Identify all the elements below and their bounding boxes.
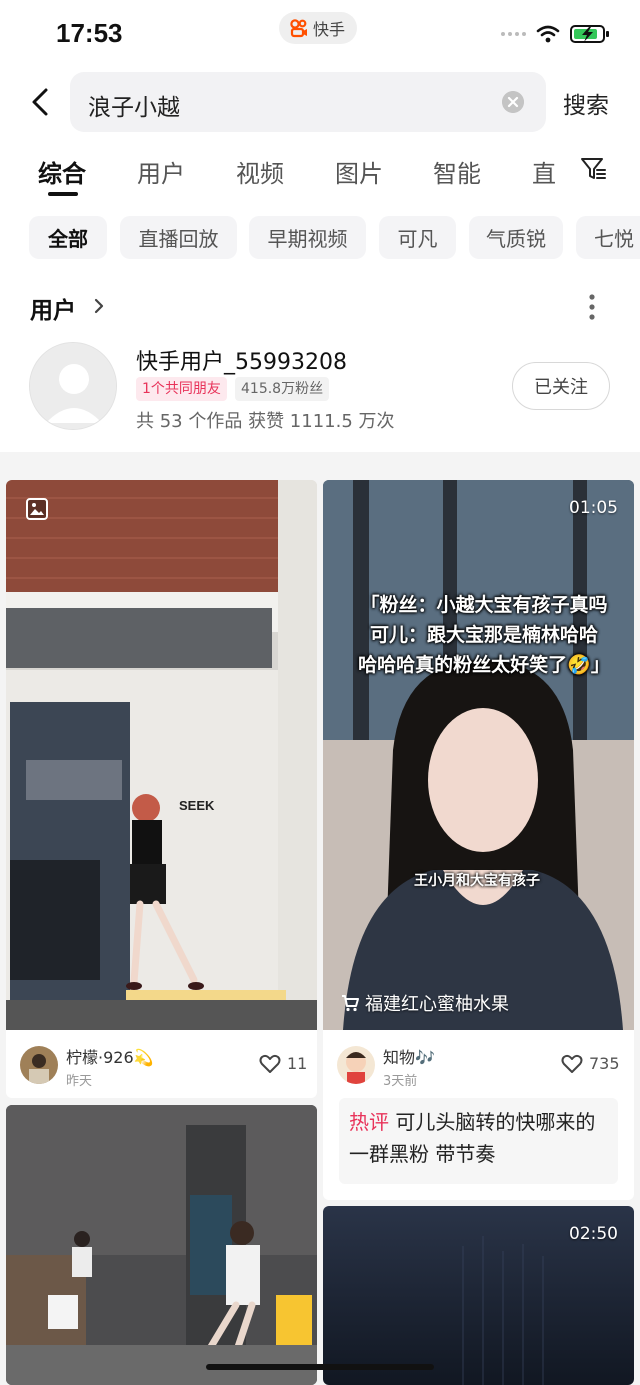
chip-all[interactable]: 全部 <box>29 216 107 259</box>
tab-images[interactable]: 图片 <box>335 154 383 189</box>
like-count: 735 <box>589 1054 620 1073</box>
author-name[interactable]: 柠檬·926💫 <box>66 1044 154 1068</box>
card-footer: 柠檬·926💫 昨天 11 <box>6 1030 317 1098</box>
chip-early-videos[interactable]: 早期视频 <box>249 216 366 259</box>
tab-live[interactable]: 直 <box>532 154 556 189</box>
author-name[interactable]: 知物🎶 <box>383 1044 435 1068</box>
author-avatar-image <box>20 1046 58 1084</box>
clear-circle-icon[interactable] <box>502 91 524 113</box>
wall-sign-text: SEEK <box>179 798 215 813</box>
author-avatar[interactable] <box>20 1046 58 1084</box>
result-tabs: 综合 用户 视频 图片 智能 直 <box>0 150 640 200</box>
photo-type-icon <box>26 498 48 520</box>
follow-button[interactable]: 已关注 <box>512 362 610 410</box>
app-name: 快手 <box>313 20 346 39</box>
search-input[interactable]: 浪子小越 <box>70 72 546 132</box>
video-duration: 01:05 <box>569 498 618 518</box>
mutual-friends-badge: 1个共同朋友 <box>136 377 227 401</box>
search-button[interactable]: 搜索 <box>563 86 609 120</box>
video-caption-line: 「粉丝：小越大宝有孩子真吗 <box>360 594 608 616</box>
avatar[interactable] <box>29 342 117 430</box>
author-avatar[interactable] <box>337 1046 375 1084</box>
feed-card[interactable]: 01:05 「粉丝：小越大宝有孩子真吗 可儿：跟大宝那是楠林哈哈 哈哈哈真的粉丝… <box>323 480 634 1200</box>
kuaishou-logo-icon <box>290 19 307 38</box>
search-query-text: 浪子小越 <box>88 95 180 121</box>
author-avatar-image <box>337 1046 375 1084</box>
chip-kefan[interactable]: 可凡 <box>379 216 456 259</box>
shop-text: 福建红心蜜柚水果 <box>365 994 509 1015</box>
shopping-cart-icon <box>342 995 359 1012</box>
home-indicator[interactable] <box>206 1364 434 1370</box>
photo-thumbnail <box>6 1105 317 1385</box>
feed-card[interactable] <box>6 1105 317 1385</box>
chip-qiyue[interactable]: 七悦 <box>576 216 640 259</box>
back-arrow-icon[interactable] <box>22 84 58 120</box>
search-header: 浪子小越 搜索 <box>0 70 640 134</box>
video-caption-line: 哈哈哈真的粉丝太好笑了🤣」 <box>358 654 610 676</box>
chip-qizhirui[interactable]: 气质锐 <box>469 216 563 259</box>
more-vertical-icon[interactable] <box>589 294 595 320</box>
feed-card[interactable]: 02:50 <box>323 1206 634 1385</box>
post-time: 3天前 <box>383 1074 418 1089</box>
filter-icon[interactable] <box>580 156 606 182</box>
photo-thumbnail <box>6 480 317 1030</box>
status-bar: 17:53 快手 <box>0 0 640 66</box>
tab-smart[interactable]: 智能 <box>433 154 481 189</box>
card-media: SEEK <box>6 480 317 1030</box>
status-time: 17:53 <box>56 18 123 48</box>
heart-icon[interactable] <box>561 1054 583 1074</box>
user-name[interactable]: 快手用户_55993208 <box>136 344 347 376</box>
default-user-icon <box>30 343 116 429</box>
post-time: 昨天 <box>66 1074 93 1089</box>
user-section-title[interactable]: 用户 <box>30 291 76 325</box>
hot-comment[interactable]: 热评 可儿头脑转的快哪来的一群黑粉 带节奏 <box>339 1098 618 1184</box>
wifi-icon <box>536 25 560 43</box>
battery-charging-icon <box>570 25 609 43</box>
chevron-right-icon[interactable] <box>92 297 106 315</box>
feed-card[interactable]: SEEK 柠檬·926💫 昨天 11 <box>6 480 317 1098</box>
active-tab-indicator <box>48 192 78 196</box>
video-duration: 02:50 <box>569 1224 618 1244</box>
fans-count-badge: 415.8万粉丝 <box>235 377 330 401</box>
heart-icon[interactable] <box>259 1054 281 1074</box>
tab-comprehensive[interactable]: 综合 <box>38 154 86 189</box>
video-thumbnail <box>323 480 634 1030</box>
shop-link[interactable]: 福建红心蜜柚水果 <box>341 990 509 1016</box>
hot-comment-label: 热评 <box>349 1110 389 1134</box>
status-icons <box>501 24 610 44</box>
like-count: 11 <box>287 1054 308 1073</box>
tab-videos[interactable]: 视频 <box>236 154 284 189</box>
card-media: 01:05 「粉丝：小越大宝有孩子真吗 可儿：跟大宝那是楠林哈哈 哈哈哈真的粉丝… <box>323 480 634 1030</box>
card-footer: 知物🎶 3天前 735 <box>323 1030 634 1098</box>
tab-users[interactable]: 用户 <box>137 154 185 189</box>
signal-dots-icon <box>501 32 526 36</box>
app-indicator-pill[interactable]: 快手 <box>279 12 358 44</box>
user-stats: 共 53 个作品 获赞 1111.5 万次 <box>136 411 395 432</box>
filter-chips: 全部 直播回放 早期视频 可凡 气质锐 七悦 <box>0 216 640 260</box>
chip-live-replay[interactable]: 直播回放 <box>120 216 237 259</box>
video-sub-caption: 王小月和大宝有孩子 <box>414 873 540 889</box>
video-caption-line: 可儿：跟大宝那是楠林哈哈 <box>369 624 598 646</box>
